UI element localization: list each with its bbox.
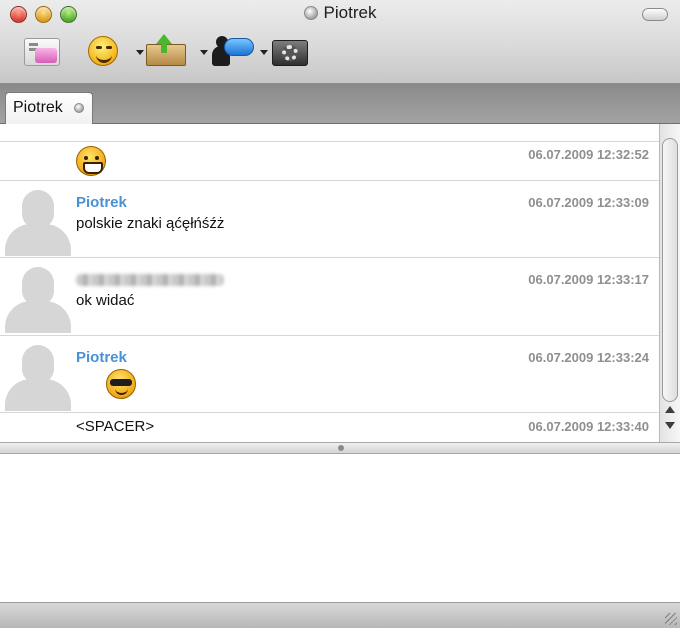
resize-grip-icon[interactable] [665,613,677,625]
chat-bubble-icon [224,38,254,56]
message-sender: Piotrek [76,194,127,211]
window-title: Piotrek [323,3,377,22]
send-file-dropdown-icon[interactable] [136,50,144,55]
status-dot-icon [303,6,318,20]
message-row: Piotrek polskie znaki ąćęłńśźż 06.07.200… [0,181,659,258]
avatar [5,190,71,256]
message-text: polskie znaki ąćęłńśźż [76,215,225,232]
status-bar [0,602,680,628]
avatar [5,345,71,411]
tab-strip: Piotrek [0,84,680,124]
message-text: ok widać [76,292,135,309]
blurred-sender-name [76,274,224,286]
emoticon-icon [88,36,118,66]
grin-icon [76,146,106,176]
settings-button[interactable] [260,34,310,68]
chat-log: 06.07.2009 12:32:52 Piotrek polskie znak… [0,124,659,442]
tab-label: Piotrek [13,99,63,116]
message-timestamp: 06.07.2009 12:33:40 [528,419,649,434]
message-timestamp: 06.07.2009 12:32:52 [528,147,649,162]
settings-dropdown-icon[interactable] [260,50,268,55]
chat-scrollbar[interactable] [659,124,680,442]
window-title-area: Piotrek [0,3,680,23]
contact-card-button[interactable] [24,34,64,68]
window-titlebar: Piotrek [0,0,680,84]
scroll-down-icon[interactable] [665,422,675,429]
message-text: <SPACER> [76,418,155,435]
message-row: <SPACER> 06.07.2009 12:33:40 [0,413,659,442]
message-timestamp: 06.07.2009 12:33:17 [528,272,649,287]
splitter-grip-icon[interactable] [338,445,344,451]
message-row: ok widać 06.07.2009 12:33:17 [0,258,659,336]
contact-card-icon [24,38,60,66]
contact-info-dropdown-icon[interactable] [200,50,208,55]
tab-status-icon [74,103,84,113]
tab-piotrek[interactable]: Piotrek [5,92,93,124]
scroll-up-icon[interactable] [665,406,675,413]
message-timestamp: 06.07.2009 12:33:09 [528,195,649,210]
toolbar-toggle-button[interactable] [642,8,668,21]
message-row: 06.07.2009 12:32:52 [0,142,659,181]
emoticon-button[interactable] [86,34,126,68]
message-row [0,124,659,142]
message-timestamp: 06.07.2009 12:33:24 [528,350,649,365]
message-input[interactable] [0,454,680,602]
avatar [5,267,71,333]
message-row: Piotrek 06.07.2009 12:33:24 [0,336,659,413]
send-file-button[interactable] [136,34,186,68]
contact-info-button[interactable] [200,34,254,68]
scrollbar-thumb[interactable] [662,138,678,402]
message-sender: Piotrek [76,349,127,366]
gear-icon [282,45,298,61]
pane-splitter[interactable] [0,442,680,454]
cool-icon [106,369,136,399]
